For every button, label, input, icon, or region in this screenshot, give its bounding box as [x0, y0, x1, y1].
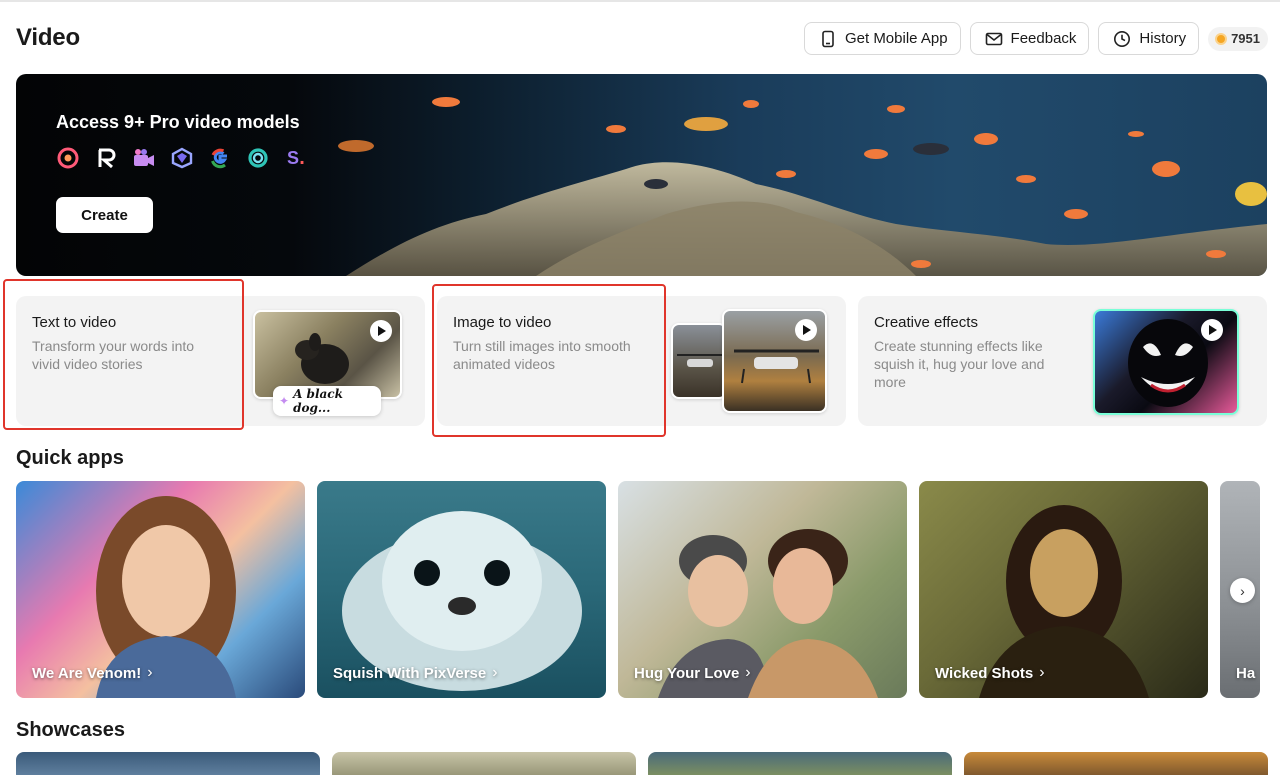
- hero-banner: Access 9+ Pro video models S. Create: [16, 74, 1267, 276]
- play-icon[interactable]: [795, 319, 817, 341]
- app-label: Wicked Shots ›: [935, 664, 1045, 682]
- quick-apps-title: Quick apps: [16, 447, 124, 469]
- runway-icon: [94, 146, 118, 170]
- venom-effect-thumbnail: [1093, 309, 1239, 415]
- creative-effects-title: Creative effects: [874, 314, 978, 331]
- app-label: Squish With PixVerse ›: [333, 664, 498, 682]
- app-card-squish-with-pixverse[interactable]: Squish With PixVerse ›: [317, 481, 606, 698]
- creative-effects-description: Create stunning effects like squish it, …: [874, 338, 1045, 390]
- image-to-video-description: Turn still images into smooth animated v…: [453, 338, 631, 372]
- prompt-chip-text: A black dog...: [293, 387, 343, 415]
- credits-badge[interactable]: 7951: [1208, 26, 1268, 51]
- chevron-right-icon: ›: [1240, 582, 1245, 599]
- create-button[interactable]: Create: [56, 197, 153, 233]
- play-icon[interactable]: [370, 320, 392, 342]
- app-card-we-are-venom[interactable]: We Are Venom! ›: [16, 481, 305, 698]
- chevron-right-icon: ›: [1039, 664, 1045, 681]
- app-label: Hug Your Love ›: [634, 664, 751, 682]
- showcase-item[interactable]: [648, 752, 952, 775]
- drone-image-small: [677, 354, 725, 367]
- seedance-icon: S.: [286, 146, 305, 169]
- pika-icon: [56, 146, 80, 170]
- text-to-video-title: Text to video: [32, 314, 117, 331]
- app-label: We Are Venom! ›: [32, 664, 153, 682]
- feedback-button[interactable]: Feedback: [969, 22, 1090, 55]
- luma-icon: [170, 146, 194, 170]
- top-border: [0, 0, 1280, 2]
- mail-icon: [985, 32, 1002, 45]
- chevron-right-icon: ›: [745, 664, 751, 681]
- page-title: Video: [16, 24, 80, 51]
- image-to-video-title: Image to video: [453, 314, 552, 331]
- model-icons: S.: [56, 146, 308, 170]
- sparkle-icon: ✦: [279, 394, 290, 408]
- chevron-right-icon: ›: [492, 664, 498, 681]
- hailuo-icon: [246, 146, 270, 170]
- google-veo-icon: [208, 146, 232, 170]
- app-label: Ha: [1236, 665, 1256, 682]
- get-mobile-app-label: Get Mobile App: [844, 30, 948, 47]
- text-to-video-description: Transform your words into vivid video st…: [32, 338, 195, 372]
- drone-video-thumbnail: [722, 309, 827, 413]
- showcases-title: Showcases: [16, 719, 125, 741]
- history-label: History: [1139, 30, 1187, 47]
- reef-background-image: [338, 97, 1267, 276]
- showcase-item[interactable]: [332, 752, 636, 775]
- history-button[interactable]: History: [1098, 22, 1200, 55]
- header-actions: Get Mobile App Feedback History 7951: [803, 22, 1268, 55]
- drone-still-thumbnail: [671, 323, 727, 399]
- showcase-item[interactable]: [964, 752, 1268, 775]
- showcase-item[interactable]: [16, 752, 320, 775]
- coin-icon: [1215, 32, 1228, 45]
- prompt-chip: ✦ A black dog...: [273, 386, 381, 416]
- mobile-phone-icon: [822, 30, 834, 47]
- play-icon[interactable]: [1201, 319, 1223, 341]
- clock-icon: [1114, 30, 1131, 47]
- app-card-wicked-shots[interactable]: Wicked Shots ›: [919, 481, 1208, 698]
- kling-icon: [132, 146, 156, 170]
- chevron-right-icon: ›: [147, 664, 153, 681]
- carousel-next-button[interactable]: ›: [1230, 578, 1255, 603]
- feedback-label: Feedback: [1010, 30, 1077, 47]
- hero-title: Access 9+ Pro video models: [56, 112, 300, 132]
- app-card-hug-your-love[interactable]: Hug Your Love ›: [618, 481, 907, 698]
- get-mobile-app-button[interactable]: Get Mobile App: [803, 22, 961, 55]
- credits-count: 7951: [1231, 31, 1260, 46]
